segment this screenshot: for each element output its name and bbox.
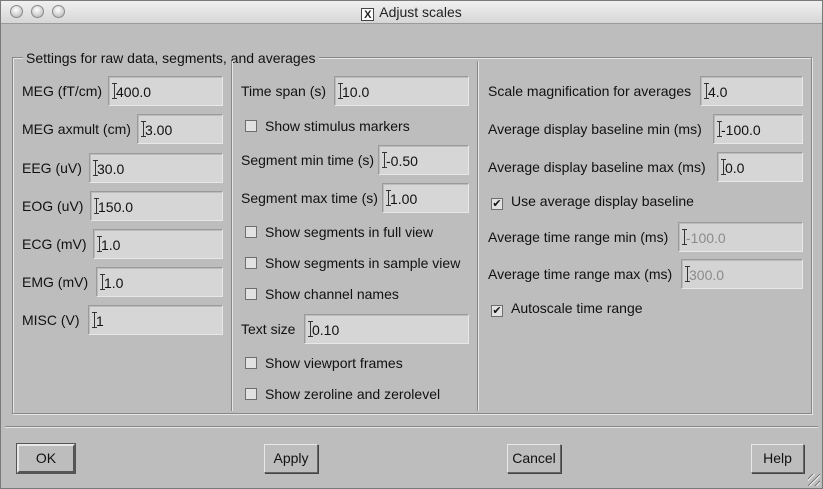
time-range-min-value: -100.0: [686, 230, 726, 246]
scale-magnification-field[interactable]: 4.0: [700, 76, 803, 106]
misc-value: 1: [96, 313, 104, 329]
column-divider-2: [477, 61, 479, 411]
baseline-max-label: Average display baseline max (ms): [488, 159, 706, 175]
resize-grip-icon[interactable]: [808, 474, 820, 486]
show-channel-names-label: Show channel names: [265, 286, 399, 302]
baseline-max-value: 0.0: [725, 160, 745, 176]
segment-max-label: Segment max time (s): [241, 190, 378, 206]
checkbox-unchecked-icon: [245, 288, 257, 300]
show-zeroline-checkbox[interactable]: Show zeroline and zerolevel: [245, 386, 440, 402]
scale-magnification-value: 4.0: [708, 84, 728, 100]
misc-label: MISC (V): [22, 312, 80, 328]
use-average-baseline-checkbox[interactable]: ✔ Use average display baseline: [491, 193, 694, 210]
meg-value: 400.0: [116, 84, 152, 100]
cancel-button[interactable]: Cancel: [507, 444, 561, 473]
ecg-label: ECG (mV): [22, 236, 87, 252]
segment-min-label: Segment min time (s): [241, 152, 375, 168]
segment-min-field[interactable]: -0.50: [378, 145, 469, 175]
time-range-min-field: -100.0: [678, 222, 803, 252]
meg-axmult-value: 3.00: [145, 122, 173, 138]
segment-min-value: -0.50: [386, 153, 418, 169]
eeg-value: 30.0: [97, 161, 125, 177]
segment-max-field[interactable]: 1.00: [382, 183, 469, 213]
time-range-max-value: 300.0: [689, 267, 725, 283]
show-segments-sample-checkbox[interactable]: Show segments in sample view: [245, 255, 460, 271]
show-stimulus-markers-label: Show stimulus markers: [265, 118, 410, 134]
eog-field[interactable]: 150.0: [90, 191, 223, 221]
time-range-max-label: Average time range max (ms): [488, 266, 673, 282]
apply-button[interactable]: Apply: [264, 444, 318, 473]
show-stimulus-markers-checkbox[interactable]: Show stimulus markers: [245, 118, 410, 134]
eog-value: 150.0: [98, 199, 134, 215]
eeg-field[interactable]: 30.0: [89, 153, 223, 183]
adjust-scales-dialog: X Adjust scales Settings for raw data, se…: [0, 0, 823, 489]
baseline-min-value: -100.0: [721, 122, 761, 138]
column-divider-1: [231, 61, 233, 411]
show-viewport-frames-checkbox[interactable]: Show viewport frames: [245, 355, 403, 371]
show-segments-sample-label: Show segments in sample view: [265, 255, 461, 271]
time-range-max-field: 300.0: [681, 259, 803, 289]
show-channel-names-checkbox[interactable]: Show channel names: [245, 286, 399, 302]
settings-group-title: Settings for raw data, segments, and ave…: [23, 50, 319, 66]
show-zeroline-label: Show zeroline and zerolevel: [265, 386, 441, 402]
ecg-value: 1.0: [101, 237, 121, 253]
time-range-min-label: Average time range min (ms): [488, 229, 669, 245]
time-span-field[interactable]: 10.0: [334, 76, 469, 106]
checkmark-icon: ✔: [491, 305, 503, 317]
emg-field[interactable]: 1.0: [96, 267, 223, 297]
checkbox-unchecked-icon: [245, 388, 257, 400]
meg-axmult-label: MEG axmult (cm): [22, 121, 131, 137]
checkbox-unchecked-icon: [245, 120, 257, 132]
meg-axmult-field[interactable]: 3.00: [137, 114, 223, 144]
checkmark-icon: ✔: [491, 198, 503, 210]
scale-magnification-label: Scale magnification for averages: [488, 83, 692, 99]
checkbox-unchecked-icon: [245, 357, 257, 369]
text-size-value: 0.10: [312, 322, 340, 338]
baseline-min-label: Average display baseline min (ms): [488, 121, 702, 137]
autoscale-time-range-label: Autoscale time range: [511, 300, 643, 316]
autoscale-time-range-checkbox[interactable]: ✔ Autoscale time range: [491, 300, 643, 317]
help-button[interactable]: Help: [751, 444, 804, 473]
baseline-max-field[interactable]: 0.0: [717, 152, 803, 182]
title-bar: X Adjust scales: [1, 1, 822, 24]
checkbox-unchecked-icon: [245, 226, 257, 238]
ecg-field[interactable]: 1.0: [93, 229, 223, 259]
button-separator: [5, 426, 818, 428]
time-span-label: Time span (s): [241, 83, 327, 99]
eeg-label: EEG (uV): [22, 160, 82, 176]
baseline-min-field[interactable]: -100.0: [713, 114, 803, 144]
show-segments-full-label: Show segments in full view: [265, 224, 434, 240]
text-size-label: Text size: [241, 321, 296, 337]
misc-field[interactable]: 1: [88, 305, 223, 335]
text-size-field[interactable]: 0.10: [304, 314, 469, 344]
checkbox-unchecked-icon: [245, 257, 257, 269]
ok-button[interactable]: OK: [16, 443, 76, 474]
show-segments-full-checkbox[interactable]: Show segments in full view: [245, 224, 433, 240]
time-span-value: 10.0: [342, 84, 370, 100]
window-title: Adjust scales: [379, 4, 462, 20]
emg-value: 1.0: [104, 275, 124, 291]
eog-label: EOG (uV): [22, 198, 84, 214]
window-title-wrap: X Adjust scales: [1, 4, 822, 21]
show-viewport-frames-label: Show viewport frames: [265, 355, 403, 371]
use-average-baseline-label: Use average display baseline: [511, 193, 694, 209]
meg-label: MEG (fT/cm): [22, 83, 103, 99]
meg-field[interactable]: 400.0: [108, 76, 223, 106]
x11-icon: X: [361, 8, 375, 21]
segment-max-value: 1.00: [390, 191, 418, 207]
emg-label: EMG (mV): [22, 274, 89, 290]
